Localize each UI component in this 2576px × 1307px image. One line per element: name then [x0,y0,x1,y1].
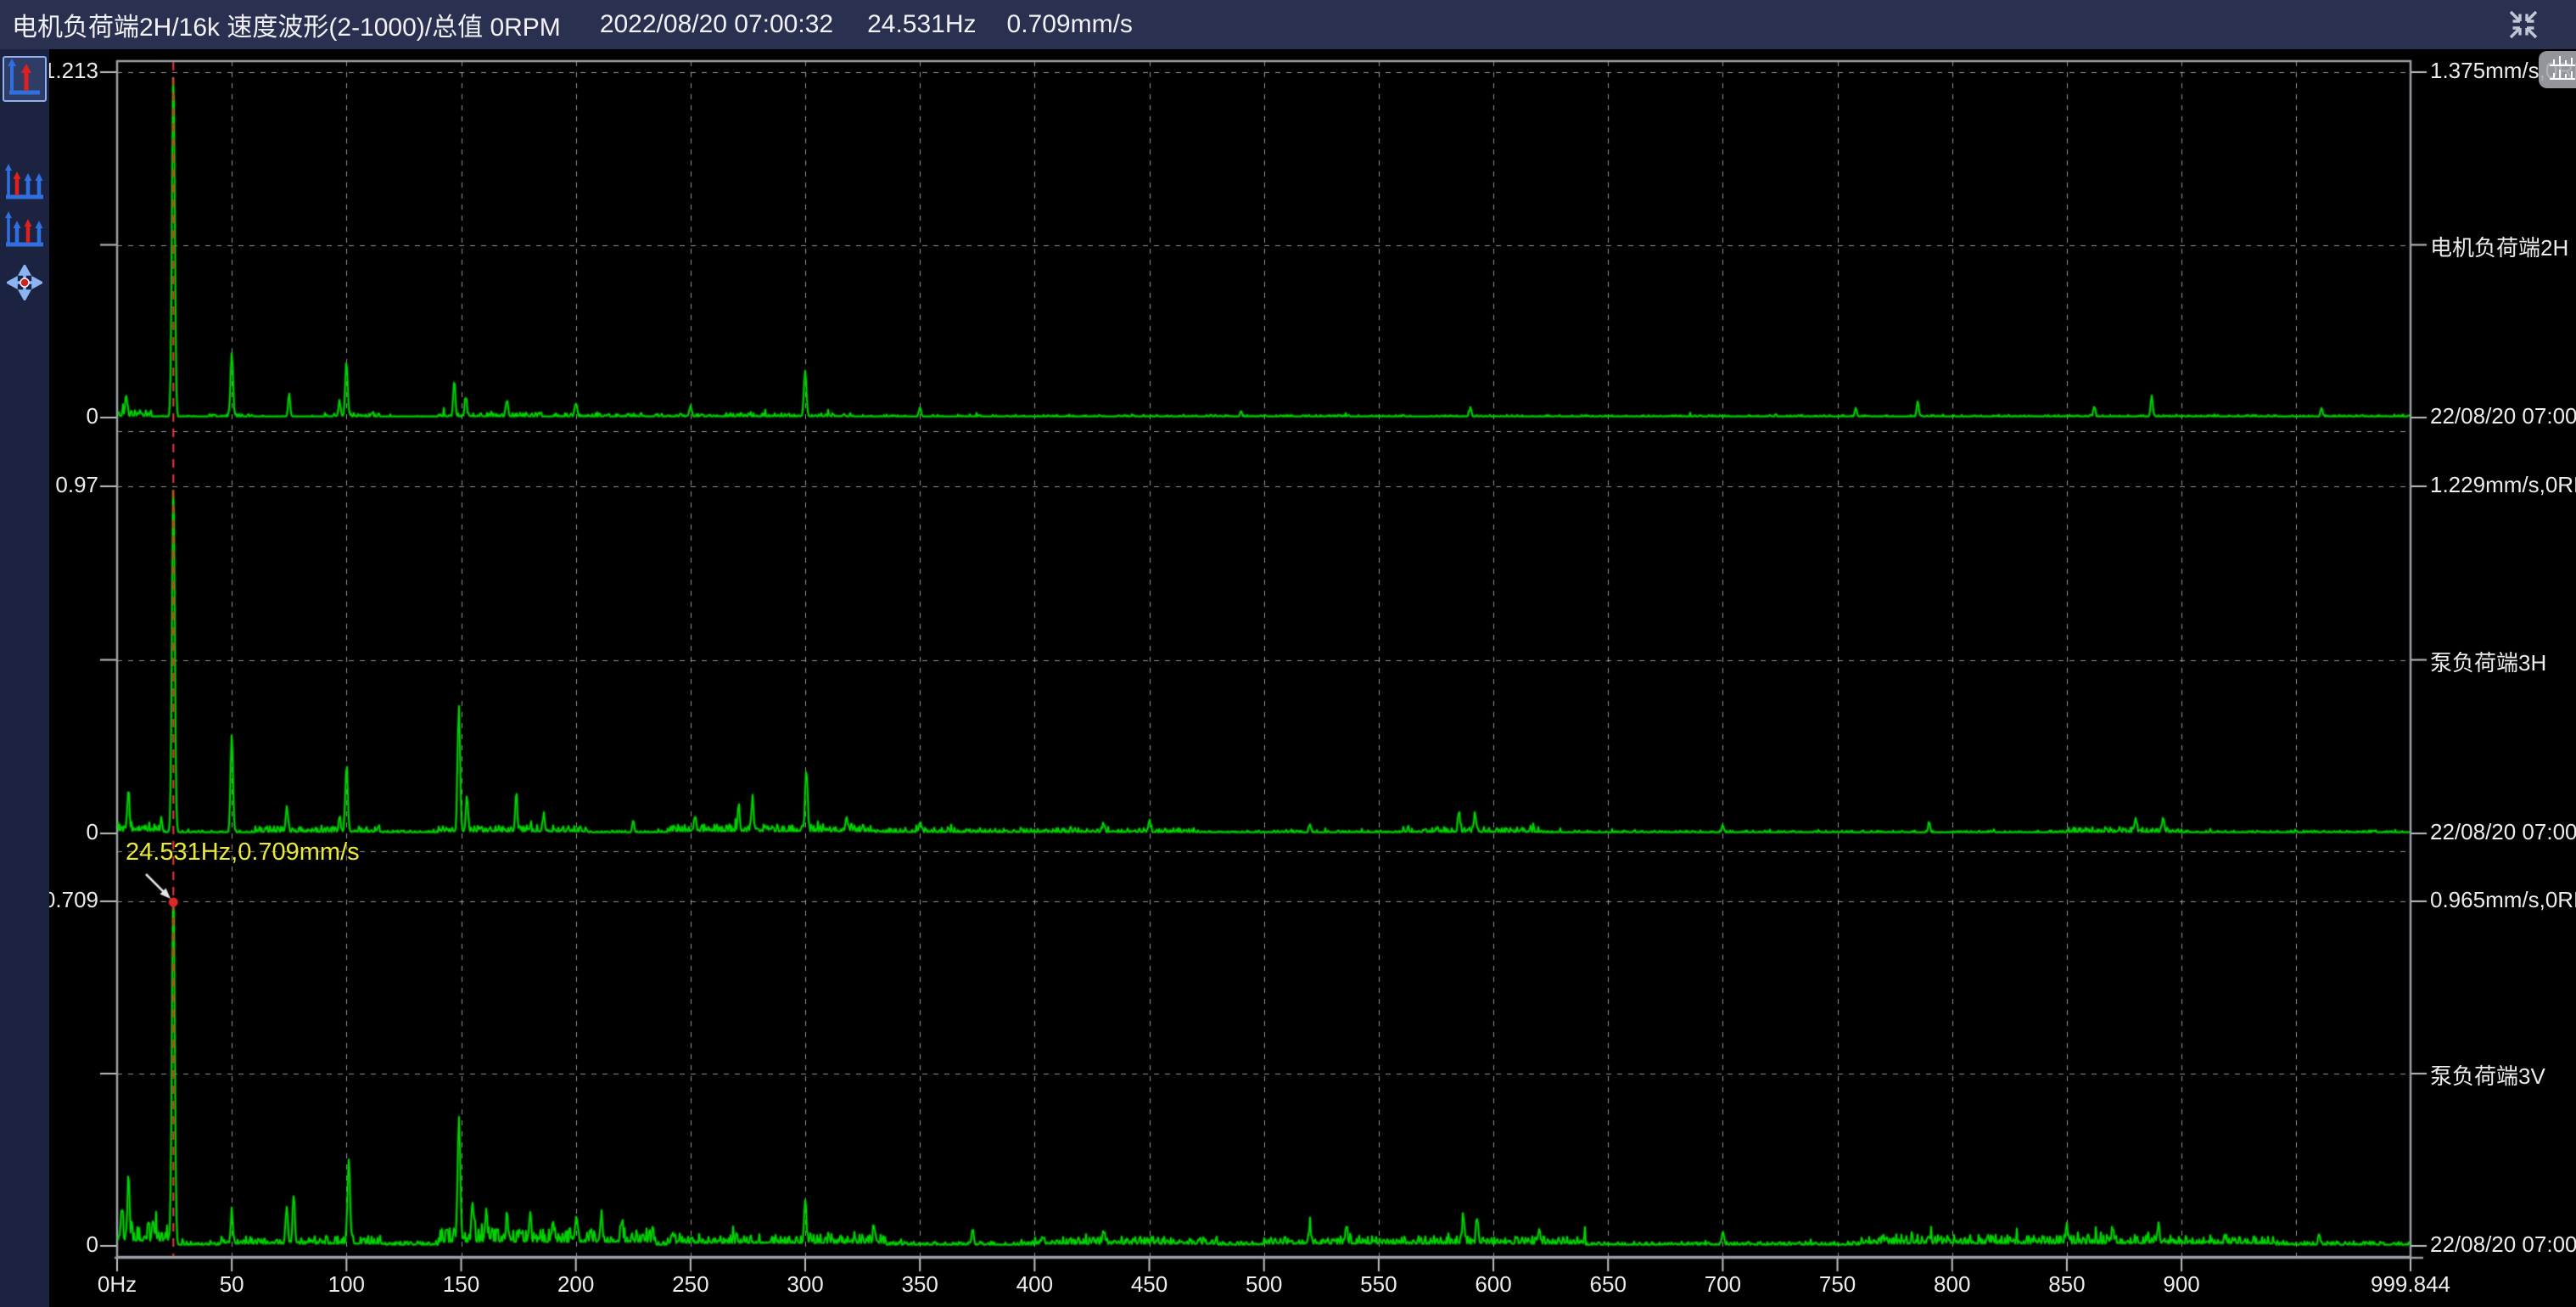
title-cursor-frequency: 24.531Hz [867,10,976,39]
pan-arrows-icon [7,265,42,305]
x-axis-tick-label: 300 [787,1271,823,1298]
x-axis-tick-label: 999.844 [2371,1271,2450,1298]
title-datetime: 2022/08/20 07:00:32 [600,10,833,39]
x-axis-tick-label: 350 [901,1271,938,1298]
x-axis-tick-label: 150 [443,1271,479,1298]
overlay-chart-button[interactable] [2539,51,2576,88]
pan-button[interactable] [3,261,47,307]
channel-timestamp-label: 22/08/20 07:00:32 [2430,819,2576,845]
channel-name-label: 泵负荷端3V [2430,1059,2545,1091]
sideband-cursor-icon [4,210,45,254]
cursor-tool-sidebar [0,49,49,1307]
x-axis-tick-label: 250 [672,1271,708,1298]
x-axis-tick-label: 50 [220,1271,244,1298]
title-bar: 电机负荷端2H/16k 速度波形(2-1000)/总值 0RPM 2022/08… [0,0,2576,49]
x-axis-tick-label: 900 [2163,1271,2199,1298]
channel-amplitude-label: 0.965mm/s,0RPM [2430,887,2576,913]
x-axis-tick-label: 800 [1934,1271,1970,1298]
channel-name-label: 泵负荷端3H [2430,646,2546,677]
single-cursor-icon [6,57,43,102]
x-axis-tick-label: 600 [1475,1271,1511,1298]
spectrum-plot-canvas[interactable] [0,0,2576,1307]
title-channel-info: 电机负荷端2H/16k 速度波形(2-1000)/总值 0RPM [12,6,561,43]
vibration-analyzer-window: 电机负荷端2H/16k 速度波形(2-1000)/总值 0RPM 2022/08… [0,0,2576,1307]
channel-amplitude-label: 1.229mm/s,0RPM [2430,472,2576,498]
x-axis-tick-label: 0Hz [98,1271,137,1298]
x-axis-tick-label: 450 [1131,1271,1168,1298]
channel-timestamp-label: 22/08/20 07:00:32 [2430,403,2576,429]
x-axis-tick-label: 100 [328,1271,365,1298]
x-axis-tick-label: 750 [1819,1271,1856,1298]
single-cursor-button[interactable] [3,56,47,102]
x-axis-tick-label: 650 [1590,1271,1627,1298]
x-axis-tick-label: 400 [1016,1271,1053,1298]
x-axis-tick-label: 200 [557,1271,594,1298]
channel-timestamp-label: 22/08/20 07:00:32 [2430,1231,2576,1258]
sideband-cursor-button[interactable] [3,209,47,255]
harmonic-cursor-icon [4,163,45,206]
channel-name-label: 电机负荷端2H [2430,231,2568,262]
x-axis-tick-label: 500 [1246,1271,1282,1298]
x-axis-tick-label: 850 [2048,1271,2085,1298]
x-axis-tick-label: 550 [1360,1271,1397,1298]
harmonic-cursor-button[interactable] [3,161,47,207]
multi-spectrum-icon [2547,54,2576,86]
x-axis-tick-label: 700 [1705,1271,1741,1298]
cursor-annotation: 24.531Hz,0.709mm/s [126,839,360,867]
title-cursor-amplitude: 0.709mm/s [1007,10,1133,39]
collapse-arrows-icon[interactable] [2506,8,2540,42]
